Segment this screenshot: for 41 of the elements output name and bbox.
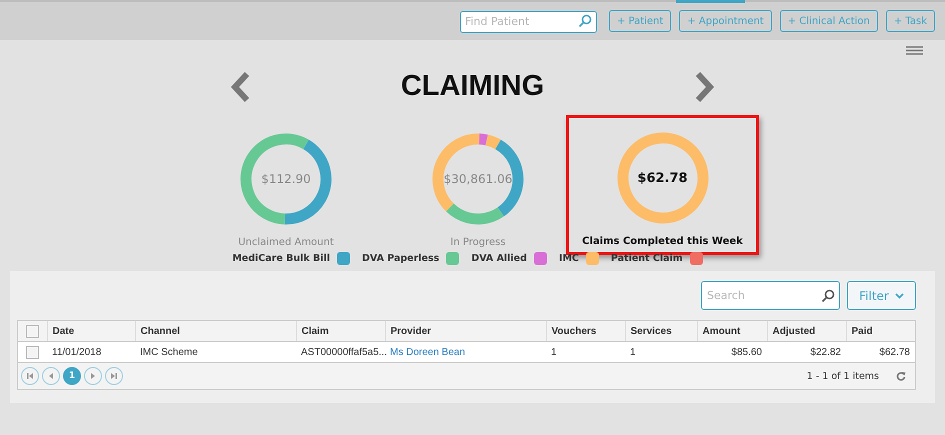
pagination-info: 1 - 1 of 1 items: [806, 370, 879, 382]
refresh-icon[interactable]: [896, 371, 906, 381]
amount-value: $62.78: [637, 170, 688, 186]
find-patient-field[interactable]: Find Patient: [460, 10, 597, 32]
menu-icon[interactable]: [906, 46, 923, 55]
column-header[interactable]: Channel: [135, 321, 296, 342]
first-page-button[interactable]: [21, 367, 39, 385]
legend-label: DVA Allied: [471, 253, 527, 264]
card-label: In Progress: [450, 237, 506, 248]
card-label: Claims Completed this Week: [582, 236, 743, 247]
row-checkbox[interactable]: [26, 346, 39, 358]
previous-page-button[interactable]: [42, 367, 60, 385]
select-all-checkbox[interactable]: [26, 324, 39, 338]
skip-back-icon: [26, 372, 34, 380]
column-header[interactable]: Adjusted: [767, 321, 846, 342]
triangle-left-icon: [47, 372, 55, 380]
chevron-down-icon: [894, 292, 904, 298]
amount-value: $30,861.06: [444, 172, 512, 186]
column-header[interactable]: Provider: [385, 321, 546, 342]
skip-forward-icon: [110, 372, 118, 380]
active-tab-indicator: [676, 0, 745, 3]
search-icon: [578, 14, 592, 28]
column-header[interactable]: Claim: [296, 321, 385, 342]
column-header[interactable]: Date: [47, 321, 135, 342]
legend-label: IMC: [558, 253, 579, 264]
column-header[interactable]: Services: [625, 321, 697, 342]
legend-label: DVA Paperless: [362, 253, 440, 264]
column-header[interactable]: Paid: [846, 321, 915, 342]
amount-value: $112.90: [261, 172, 311, 186]
legend-label: Patient Claim: [610, 253, 683, 264]
next-page-button[interactable]: [84, 367, 102, 385]
triangle-right-icon: [89, 372, 97, 380]
card-label: Unclaimed Amount: [238, 237, 334, 248]
search-field[interactable]: Search: [701, 281, 840, 310]
page-title: CLAIMING: [400, 70, 544, 103]
last-page-button[interactable]: [105, 367, 123, 385]
search-icon: [821, 288, 835, 302]
column-header[interactable]: Vouchers: [546, 321, 625, 342]
provider-link[interactable]: Ms Doreen Bean: [390, 346, 466, 358]
column-header[interactable]: Amount: [697, 321, 767, 342]
legend-label: MediCare Bulk Bill: [232, 253, 330, 264]
